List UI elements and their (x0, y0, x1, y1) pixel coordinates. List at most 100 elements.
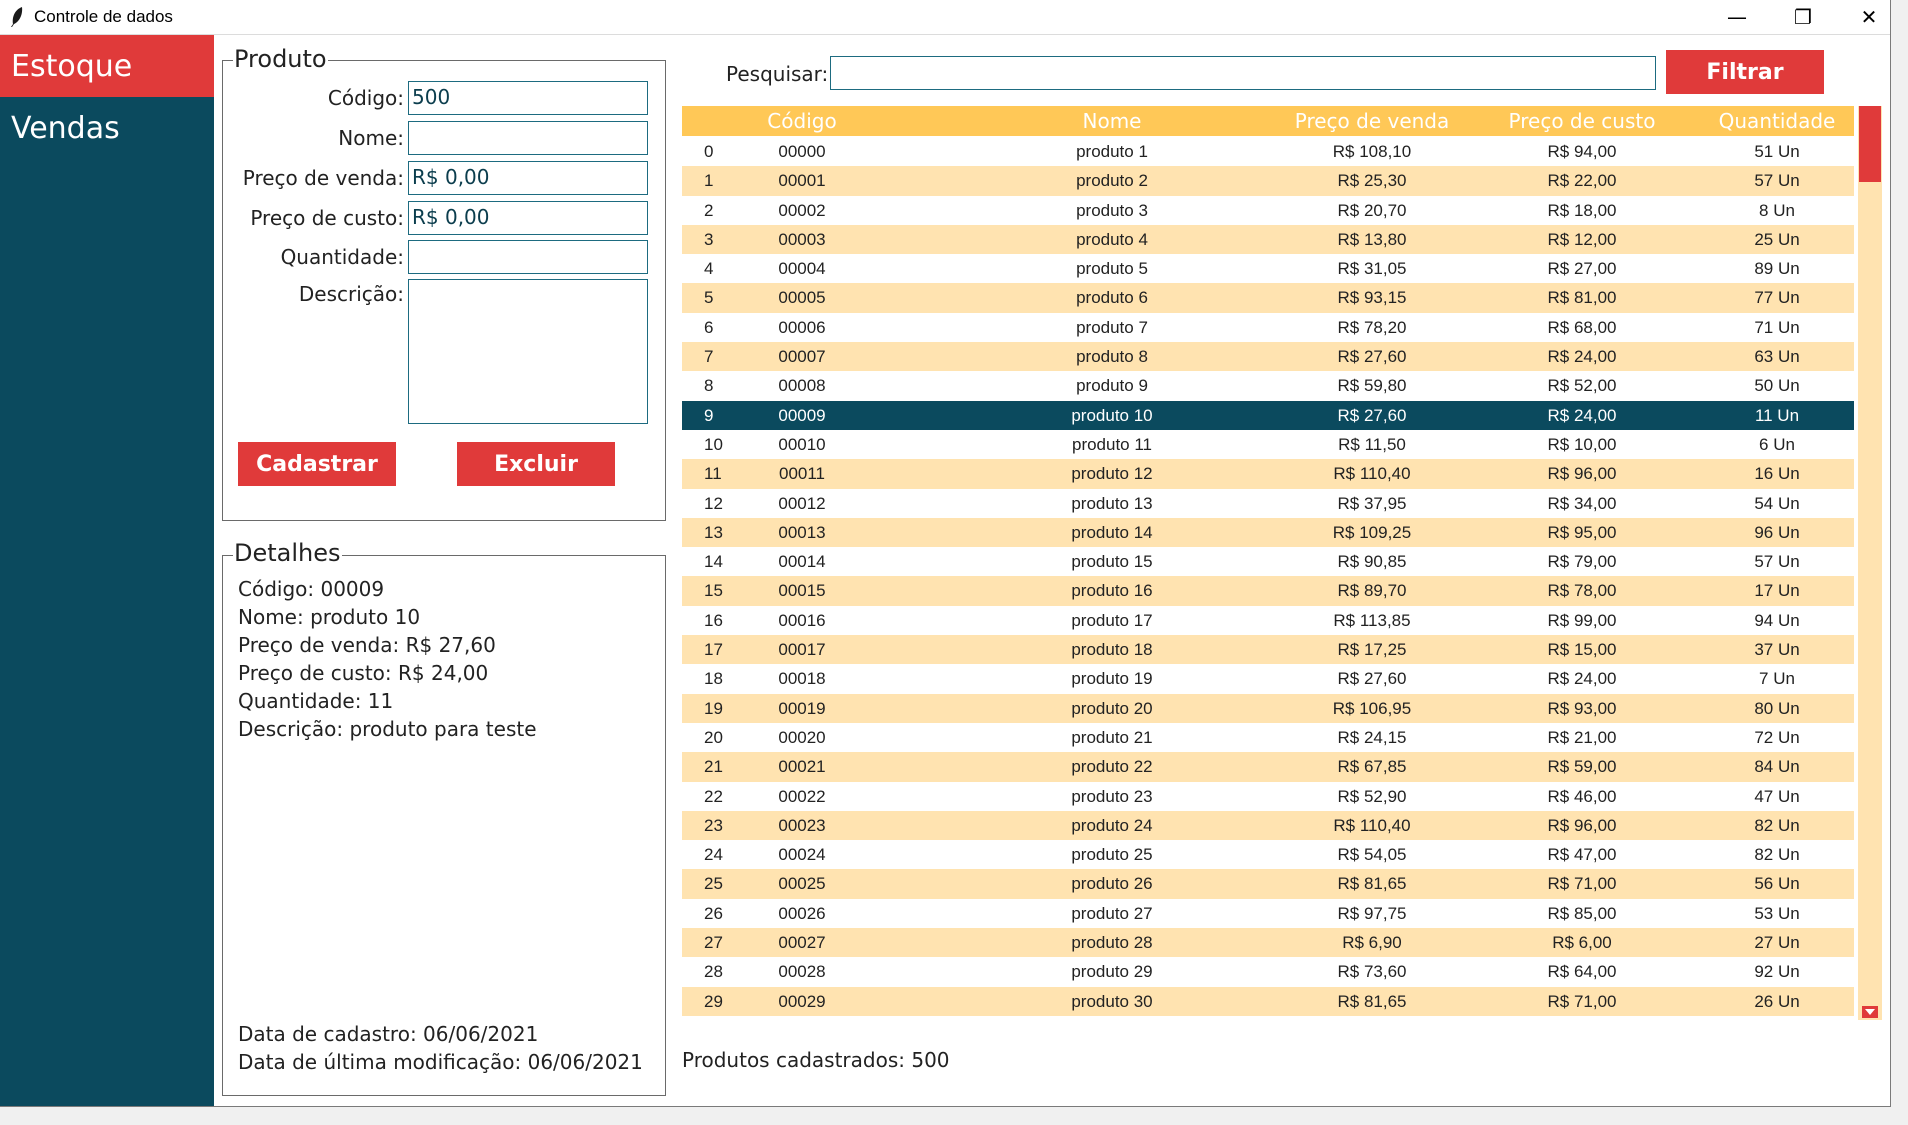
quantidade-input[interactable] (408, 240, 648, 274)
row-nome: produto 14 (1071, 522, 1153, 542)
table-row[interactable]: 0 00000 produto 1 R$ 108,10 R$ 94,00 51 Un (682, 137, 1854, 166)
row-quantidade: 63 Un (1754, 347, 1800, 367)
table-row[interactable]: 1 00001 produto 2 R$ 25,30 R$ 22,00 57 Un (682, 166, 1854, 196)
row-preco-venda: R$ 90,85 (1337, 552, 1407, 572)
sidebar-item-vendas[interactable]: Vendas (0, 97, 214, 159)
table-row[interactable]: 21 00021 produto 22 R$ 67,85 R$ 59,00 84 Un (682, 752, 1854, 782)
sidebar: Estoque Vendas (0, 35, 214, 1106)
filtrar-button[interactable]: Filtrar (1666, 50, 1824, 94)
preco-venda-label: Preço de venda: (242, 166, 404, 190)
row-preco-custo: R$ 94,00 (1547, 142, 1617, 161)
th-preco-venda[interactable]: Preço de venda (1252, 106, 1492, 136)
row-nome: produto 30 (1071, 991, 1153, 1011)
row-quantidade: 80 Un (1754, 698, 1800, 718)
row-codigo: 00015 (778, 581, 826, 601)
table-row[interactable]: 12 00012 produto 13 R$ 37,95 R$ 34,00 54 Un (682, 489, 1854, 518)
close-button[interactable]: ✕ (1836, 0, 1902, 34)
table-row[interactable]: 18 00018 produto 19 R$ 27,60 R$ 24,00 7 Un (682, 664, 1854, 693)
codigo-input[interactable]: 500 (408, 81, 648, 115)
sidebar-item-estoque[interactable]: Estoque (0, 35, 214, 97)
row-preco-venda: R$ 81,65 (1337, 991, 1407, 1011)
row-codigo: 00000 (778, 142, 826, 161)
row-codigo: 00008 (778, 376, 826, 396)
nome-input[interactable] (408, 121, 648, 155)
table-row[interactable]: 19 00019 produto 20 R$ 106,95 R$ 93,00 80 Un (682, 693, 1854, 723)
table-row[interactable]: 6 00006 produto 7 R$ 78,20 R$ 68,00 71 Un (682, 313, 1854, 342)
restore-icon: ❐ (1794, 5, 1812, 29)
restore-button[interactable]: ❐ (1770, 0, 1836, 34)
table-row[interactable]: 16 00016 produto 17 R$ 113,85 R$ 99,00 94 Un (682, 606, 1854, 635)
table-row[interactable]: 5 00005 produto 6 R$ 93,15 R$ 81,00 77 Un (682, 283, 1854, 313)
row-quantidade: 96 Un (1754, 522, 1800, 542)
th-codigo[interactable]: Código (702, 106, 902, 136)
row-quantidade: 53 Un (1754, 903, 1800, 923)
th-preco-custo[interactable]: Preço de custo (1482, 106, 1682, 136)
feather-icon (11, 7, 23, 27)
search-input[interactable] (830, 56, 1656, 90)
table-row[interactable]: 4 00004 produto 5 R$ 31,05 R$ 27,00 89 Un (682, 254, 1854, 283)
row-quantidade: 71 Un (1754, 317, 1800, 337)
row-quantidade: 54 Un (1754, 493, 1800, 513)
row-quantidade: 51 Un (1754, 142, 1800, 161)
excluir-button[interactable]: Excluir (457, 442, 615, 486)
descricao-textarea[interactable] (408, 279, 648, 424)
table-row[interactable]: 27 00027 produto 28 R$ 6,90 R$ 6,00 27 Un (682, 928, 1854, 958)
row-codigo: 00002 (778, 200, 826, 220)
table-row[interactable]: 23 00023 produto 24 R$ 110,40 R$ 96,00 82 Un (682, 810, 1854, 841)
row-quantidade: 77 Un (1754, 288, 1800, 308)
descricao-label: Descrição: (298, 282, 404, 306)
row-nome: produto 19 (1071, 669, 1153, 689)
table-row[interactable]: 22 00022 produto 23 R$ 52,90 R$ 46,00 47 Un (682, 782, 1854, 811)
table-row[interactable]: 15 00015 produto 16 R$ 89,70 R$ 78,00 17 Un (682, 576, 1854, 606)
row-preco-custo: R$ 24,00 (1547, 669, 1617, 689)
table-row[interactable]: 28 00028 produto 29 R$ 73,60 R$ 64,00 92 Un (682, 957, 1854, 986)
table-row[interactable]: 29 00029 produto 30 R$ 81,65 R$ 71,00 26 Un (682, 986, 1854, 1016)
scrollbar-thumb[interactable] (1859, 106, 1881, 182)
row-codigo: 00017 (778, 640, 826, 660)
row-nome: produto 26 (1071, 874, 1153, 894)
detalhe-quantidade: Quantidade: 11 (238, 689, 394, 713)
row-nome: produto 27 (1071, 903, 1153, 923)
row-nome: produto 24 (1071, 815, 1153, 835)
table-row[interactable]: 3 00003 produto 4 R$ 13,80 R$ 12,00 25 Un (682, 224, 1854, 255)
table-row[interactable]: 2 00002 produto 3 R$ 20,70 R$ 18,00 8 Un (682, 196, 1854, 225)
table-row[interactable]: 14 00014 produto 15 R$ 90,85 R$ 79,00 57 Un (682, 547, 1854, 576)
th-nome[interactable]: Nome (1012, 106, 1212, 136)
row-preco-venda: R$ 110,40 (1333, 464, 1411, 484)
row-preco-venda: R$ 109,25 (1332, 522, 1412, 542)
table-row[interactable]: 13 00013 produto 14 R$ 109,25 R$ 95,00 96 Un (682, 517, 1854, 548)
quantidade-label: Quantidade: (280, 245, 404, 269)
window-title: Controle de dados (34, 7, 173, 26)
row-nome: produto 25 (1071, 845, 1153, 865)
table-scrollbar[interactable] (1858, 106, 1882, 1020)
row-preco-custo: R$ 6,00 (1552, 933, 1612, 953)
table-row[interactable]: 25 00025 produto 26 R$ 81,65 R$ 71,00 56 Un (682, 869, 1854, 899)
row-preco-custo: R$ 24,00 (1547, 405, 1617, 425)
row-preco-venda: R$ 6,90 (1342, 933, 1402, 953)
scroll-down-icon[interactable] (1862, 1006, 1878, 1018)
row-codigo: 00007 (778, 347, 826, 367)
preco-custo-input[interactable]: R$ 0,00 (408, 201, 648, 235)
preco-venda-input[interactable]: R$ 0,00 (408, 161, 648, 195)
table-row[interactable]: 20 00020 produto 21 R$ 24,15 R$ 21,00 72 Un (682, 723, 1854, 752)
row-nome: produto 8 (1076, 347, 1148, 367)
table-row[interactable]: 24 00024 produto 25 R$ 54,05 R$ 47,00 82 Un (682, 840, 1854, 869)
row-preco-custo: R$ 81,00 (1547, 288, 1617, 308)
row-quantidade: 57 Un (1754, 552, 1800, 572)
row-nome: produto 6 (1076, 288, 1148, 308)
table-row[interactable]: 10 00010 produto 11 R$ 11,50 R$ 10,00 6 Un (682, 430, 1854, 459)
table-row[interactable]: 17 00017 produto 18 R$ 17,25 R$ 15,00 37 Un (682, 635, 1854, 665)
table-row[interactable]: 7 00007 produto 8 R$ 27,60 R$ 24,00 63 Un (682, 342, 1854, 372)
minimize-button[interactable]: — (1704, 0, 1770, 34)
row-preco-venda: R$ 67,85 (1337, 757, 1407, 777)
table-row[interactable]: 11 00011 produto 12 R$ 110,40 R$ 96,00 16 Un (682, 459, 1854, 489)
table-row[interactable]: 26 00026 produto 27 R$ 97,75 R$ 85,00 53 Un (682, 899, 1854, 928)
row-quantidade: 89 Un (1754, 259, 1800, 279)
table-row[interactable]: 8 00008 produto 9 R$ 59,80 R$ 52,00 50 Un (682, 371, 1854, 400)
row-codigo: 00018 (778, 669, 826, 689)
detalhe-preco-venda: Preço de venda: R$ 27,60 (238, 633, 496, 657)
th-quantidade[interactable]: Quantidade (1702, 106, 1852, 136)
table-row[interactable]: 9 00009 produto 10 R$ 27,60 R$ 24,00 11 Un (682, 400, 1854, 430)
row-preco-custo: R$ 59,00 (1547, 757, 1617, 777)
cadastrar-button[interactable]: Cadastrar (238, 442, 396, 486)
